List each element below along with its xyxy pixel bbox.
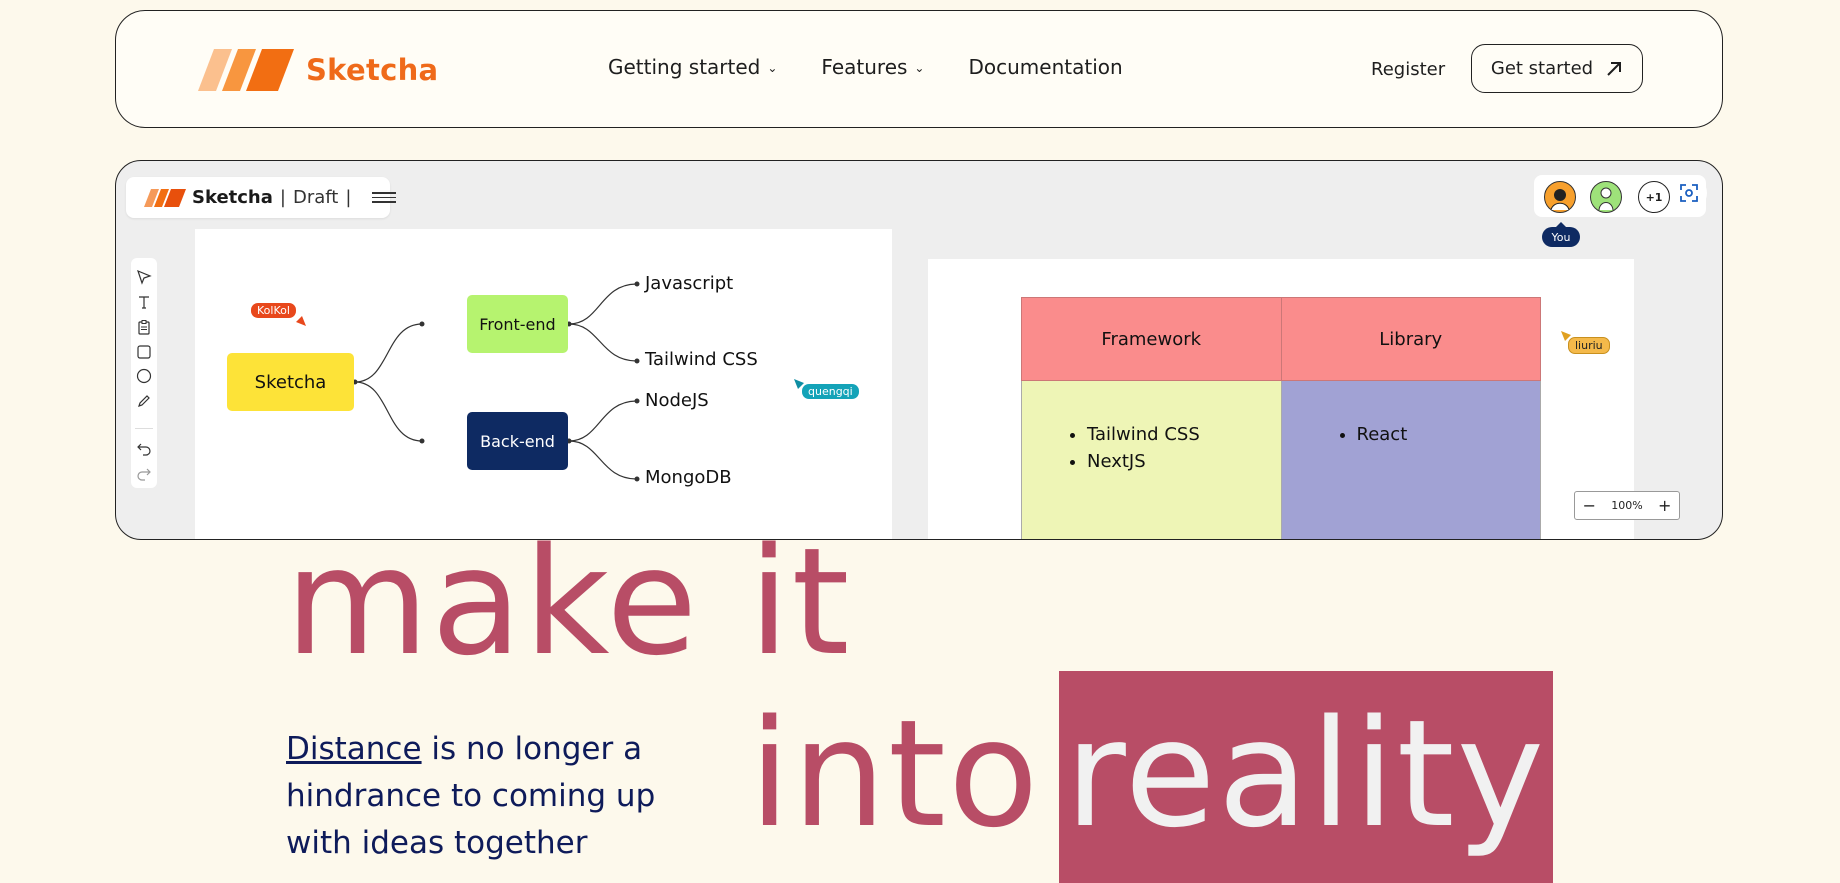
you-tooltip: You: [1542, 227, 1580, 247]
doc-state-label: Draft: [292, 187, 339, 208]
mindmap-canvas[interactable]: Sketcha Front-end Back-end Javascript Ta…: [195, 229, 892, 539]
text-tool-icon[interactable]: [134, 293, 154, 312]
mindmap-leaf-javascript[interactable]: Javascript: [645, 273, 733, 294]
topbar-separator: |: [279, 187, 286, 208]
collaborator-cursor-liuriu: liuriu: [1568, 337, 1610, 354]
hero-line-1: make it: [285, 516, 852, 688]
top-navbar: Sketcha Getting started ⌄ Features ⌄ Doc…: [115, 10, 1723, 128]
zoom-out-button[interactable]: −: [1583, 496, 1596, 515]
select-tool-icon[interactable]: [134, 268, 154, 287]
collaborator-cursor-kolkol: KolKol: [251, 303, 296, 318]
mindmap-leaf-mongodb[interactable]: MongoDB: [645, 467, 732, 488]
app-brand[interactable]: Sketcha: [144, 187, 273, 208]
table-header-framework[interactable]: Framework: [1021, 297, 1282, 381]
distance-link[interactable]: Distance: [286, 731, 422, 767]
mindmap-leaf-tailwind[interactable]: Tailwind CSS: [645, 349, 758, 370]
nav-features[interactable]: Features ⌄: [821, 55, 924, 79]
nav-features-label: Features: [821, 55, 908, 79]
zoom-in-button[interactable]: +: [1658, 496, 1671, 515]
redo-icon[interactable]: [134, 463, 154, 482]
menu-icon[interactable]: [372, 192, 397, 203]
ellipse-tool-icon[interactable]: [134, 367, 154, 386]
nav-documentation-label: Documentation: [968, 55, 1123, 79]
collaborator-cursor-quengqi: quengqi: [802, 384, 859, 399]
cursor-arrow-icon: [296, 316, 306, 326]
sketcha-logo-icon: [198, 49, 294, 91]
more-collaborators-badge[interactable]: +1: [1638, 181, 1670, 213]
sketcha-logo-icon: [144, 188, 186, 207]
brand-name: Sketcha: [306, 53, 439, 87]
table-header-library[interactable]: Library: [1280, 297, 1541, 381]
zoom-control: − 100% +: [1574, 491, 1680, 520]
avatar[interactable]: [1590, 181, 1622, 213]
undo-icon[interactable]: [134, 439, 154, 458]
main-nav: Getting started ⌄ Features ⌄ Documentati…: [608, 55, 1123, 79]
app-preview: Sketcha | Draft | Sketcha Front-end Back…: [115, 160, 1723, 540]
register-link[interactable]: Register: [1371, 59, 1445, 80]
table-cell-library[interactable]: React: [1280, 380, 1541, 539]
app-topbar: Sketcha | Draft |: [126, 177, 397, 218]
hero-line-2: into: [749, 688, 1041, 860]
arrow-up-right-icon: [1607, 61, 1622, 76]
zoom-level: 100%: [1611, 499, 1643, 512]
get-started-label: Get started: [1490, 58, 1594, 79]
chevron-down-icon: ⌄: [914, 61, 925, 75]
mindmap-node-root[interactable]: Sketcha: [227, 353, 354, 411]
pencil-tool-icon[interactable]: [134, 392, 154, 411]
chevron-down-icon: ⌄: [767, 61, 778, 75]
mindmap-node-frontend[interactable]: Front-end: [467, 295, 568, 353]
comparison-table: Framework Library Tailwind CSS NextJS Re…: [1021, 297, 1541, 539]
nav-getting-started[interactable]: Getting started ⌄: [608, 55, 777, 79]
list-item: Tailwind CSS: [1087, 421, 1280, 448]
framework-list: Tailwind CSS NextJS: [1023, 421, 1280, 475]
app-brand-name: Sketcha: [192, 187, 273, 208]
nav-getting-started-label: Getting started: [608, 55, 761, 79]
table-canvas[interactable]: Framework Library Tailwind CSS NextJS Re…: [928, 259, 1634, 539]
list-item: React: [1357, 421, 1540, 448]
table-cell-framework[interactable]: Tailwind CSS NextJS: [1021, 380, 1282, 539]
rectangle-tool-icon[interactable]: [134, 342, 154, 361]
mindmap-leaf-nodejs[interactable]: NodeJS: [645, 390, 709, 411]
toolbar-divider: [135, 416, 153, 429]
get-started-button[interactable]: Get started: [1471, 44, 1643, 93]
sticky-note-tool-icon[interactable]: [134, 317, 154, 336]
brand-logo-link[interactable]: Sketcha: [198, 49, 438, 91]
topbar-separator: |: [345, 187, 352, 208]
nav-documentation[interactable]: Documentation: [968, 55, 1122, 79]
mindmap-node-backend[interactable]: Back-end: [467, 412, 568, 470]
drawing-toolbar: [131, 258, 157, 488]
hero-highlight-word: reality: [1065, 688, 1547, 860]
hero-subtitle: Distance is no longer a hindrance to com…: [286, 726, 726, 867]
library-list: React: [1283, 421, 1540, 448]
focus-view-icon[interactable]: [1671, 175, 1707, 211]
avatar[interactable]: [1544, 181, 1576, 213]
list-item: NextJS: [1087, 448, 1280, 475]
